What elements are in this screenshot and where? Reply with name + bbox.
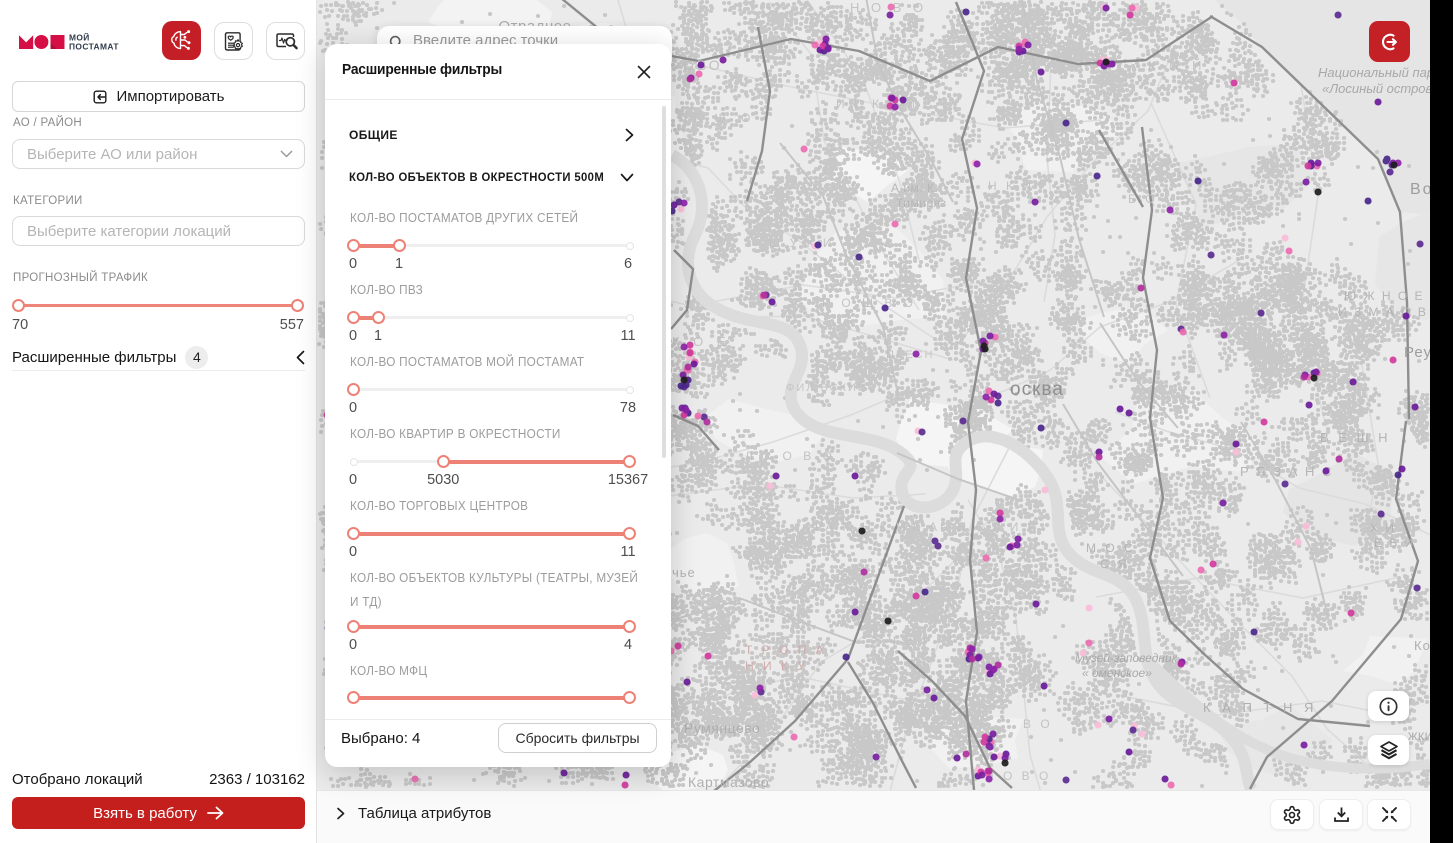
- svg-text:Е Б И: Е Б И: [1374, 536, 1415, 550]
- svg-text:Н И К У: Н И К У: [745, 659, 808, 673]
- svg-text:В О: В О: [1023, 717, 1053, 731]
- svg-text:Реут: Реут: [1404, 344, 1430, 361]
- svg-text:Щ У К И: Щ У К И: [769, 236, 835, 250]
- svg-text:Т Ш О: Т Ш О: [692, 111, 756, 125]
- svg-text:Ю Ж Н О Е: Ю Ж Н О Е: [1344, 289, 1425, 303]
- svg-text:ФИЛ ВСКИЙ П: ФИЛ ВСКИЙ П: [786, 381, 883, 394]
- svg-text:Р О Ш В О: Р О Ш В О: [822, 296, 917, 310]
- svg-text:Тимиряз: Тимиряз: [896, 196, 947, 210]
- svg-text:В Е Ш Н: В Е Ш Н: [1320, 430, 1390, 445]
- svg-text:С Я: С Я: [1100, 557, 1130, 571]
- svg-text:Вос: Вос: [1410, 181, 1430, 198]
- svg-text:Кот: Кот: [1414, 638, 1430, 653]
- svg-text:Т Р О П А: Т Р О П А: [745, 643, 827, 657]
- svg-text:Л К О В О: Л К О В О: [745, 449, 836, 463]
- svg-text:А им. К.: А им. К.: [891, 181, 938, 195]
- svg-text:Румянцево: Румянцево: [684, 720, 760, 736]
- svg-text:Р Я З А Н С: Р Я З А Н С: [1240, 464, 1333, 479]
- svg-text:К А П Т Н Я: К А П Т Н Я: [1203, 700, 1317, 715]
- svg-text:осква: осква: [1010, 379, 1064, 400]
- svg-text:Картмазово: Картмазово: [688, 774, 769, 790]
- svg-text:чье: чье: [672, 565, 696, 580]
- svg-text:И З М А О В О: И З М А О В О: [1338, 305, 1430, 319]
- svg-text:Национальный пар: Национальный пар: [1318, 65, 1430, 80]
- svg-text:Ч Е Р: Ч Е Р: [888, 634, 934, 648]
- svg-text:ГА АР Н С К И Й: ГА АР Н С К И Й: [903, 519, 1039, 534]
- svg-text:« оменское»: « оменское»: [1082, 666, 1152, 680]
- svg-text:К И Й: К И Й: [1148, 58, 1206, 73]
- svg-text:Н К И: Н К И: [988, 179, 1034, 193]
- svg-text:М О С: М О С: [1086, 541, 1136, 555]
- svg-text:Х И: Х И: [1370, 521, 1396, 535]
- svg-text:Н О В О: Н О В О: [985, 769, 1051, 783]
- svg-text:«Лосиный остров»: «Лосиный остров»: [1322, 81, 1430, 96]
- svg-text:ПОСТАМАТ: ПОСТАМАТ: [69, 41, 119, 50]
- svg-text:Музей-заповедник: Музей-заповедник: [1075, 651, 1179, 665]
- svg-text:ПРЕСН: ПРЕСН: [886, 349, 934, 361]
- svg-text:жкин: жкин: [1408, 727, 1430, 743]
- svg-text:Б О: Б О: [1128, 192, 1158, 206]
